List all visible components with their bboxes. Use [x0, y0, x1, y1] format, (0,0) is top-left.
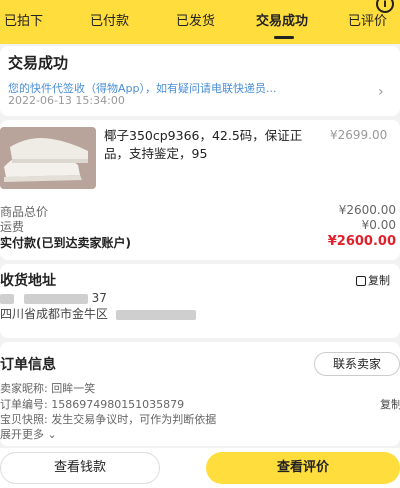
order-info-title: 订单信息	[0, 357, 56, 373]
redacted-phone	[23, 293, 88, 304]
order-status-tabs: i 已拍下 已付款 已发货 交易成功 已评价	[0, 0, 400, 44]
redacted-address	[115, 309, 196, 320]
copy-icon	[356, 276, 366, 286]
receiver-line: 37	[0, 291, 107, 305]
address-copy-label: 复制	[368, 274, 390, 287]
bottom-action-bar: 查看钱款 查看评价	[0, 448, 400, 488]
address-text: 四川省成都市金牛区	[0, 307, 109, 321]
goods-total-value: ¥2600.00	[338, 203, 396, 217]
shipping-label: 运费	[0, 220, 25, 234]
order-number-copy-button[interactable]: 复制	[380, 396, 400, 412]
order-status-title: 交易成功	[8, 54, 69, 72]
view-review-button[interactable]: 查看评价	[206, 452, 400, 484]
address-copy-button[interactable]: 复制	[356, 272, 390, 288]
phone-tail: 37	[91, 291, 107, 305]
tab-reviewed[interactable]: 已评价	[348, 0, 387, 44]
seller-nickname: 卖家昵称: 回眸一笑	[0, 382, 96, 395]
product-price: ¥2699.00	[330, 128, 388, 142]
expand-more[interactable]: 展开更多 ⌄	[0, 426, 57, 442]
view-money-button[interactable]: 查看钱款	[0, 452, 160, 484]
redacted-name	[0, 293, 14, 304]
status-time: 2022-06-13 15:34:00	[8, 94, 125, 107]
order-number: 订单编号: 1586974980151035879	[0, 398, 185, 411]
tab-ordered[interactable]: 已拍下	[4, 0, 43, 44]
expand-more-label: 展开更多	[0, 428, 44, 441]
address-line: 四川省成都市金牛区	[0, 305, 196, 322]
active-tab-indicator	[274, 36, 294, 39]
product-image[interactable]	[0, 127, 96, 189]
contact-seller-button[interactable]: 联系卖家	[314, 352, 400, 376]
chevron-right-icon[interactable]: ›	[378, 84, 384, 100]
paid-value: ¥2600.00	[327, 234, 396, 249]
address-title: 收货地址	[0, 273, 56, 289]
product-name[interactable]: 椰子350cp9366，42.5码，保证正品，支持鉴定，95	[104, 127, 324, 163]
snapshot-line[interactable]: 宝贝快照: 发生交易争议时，可作为判断依据	[0, 411, 216, 427]
chevron-down-icon: ⌄	[47, 428, 57, 441]
shipping-value: ¥0.00	[361, 218, 396, 232]
paid-label: 实付款(已到达卖家账户)	[0, 236, 131, 250]
tab-shipped[interactable]: 已发货	[176, 0, 215, 44]
tab-paid[interactable]: 已付款	[90, 0, 129, 44]
